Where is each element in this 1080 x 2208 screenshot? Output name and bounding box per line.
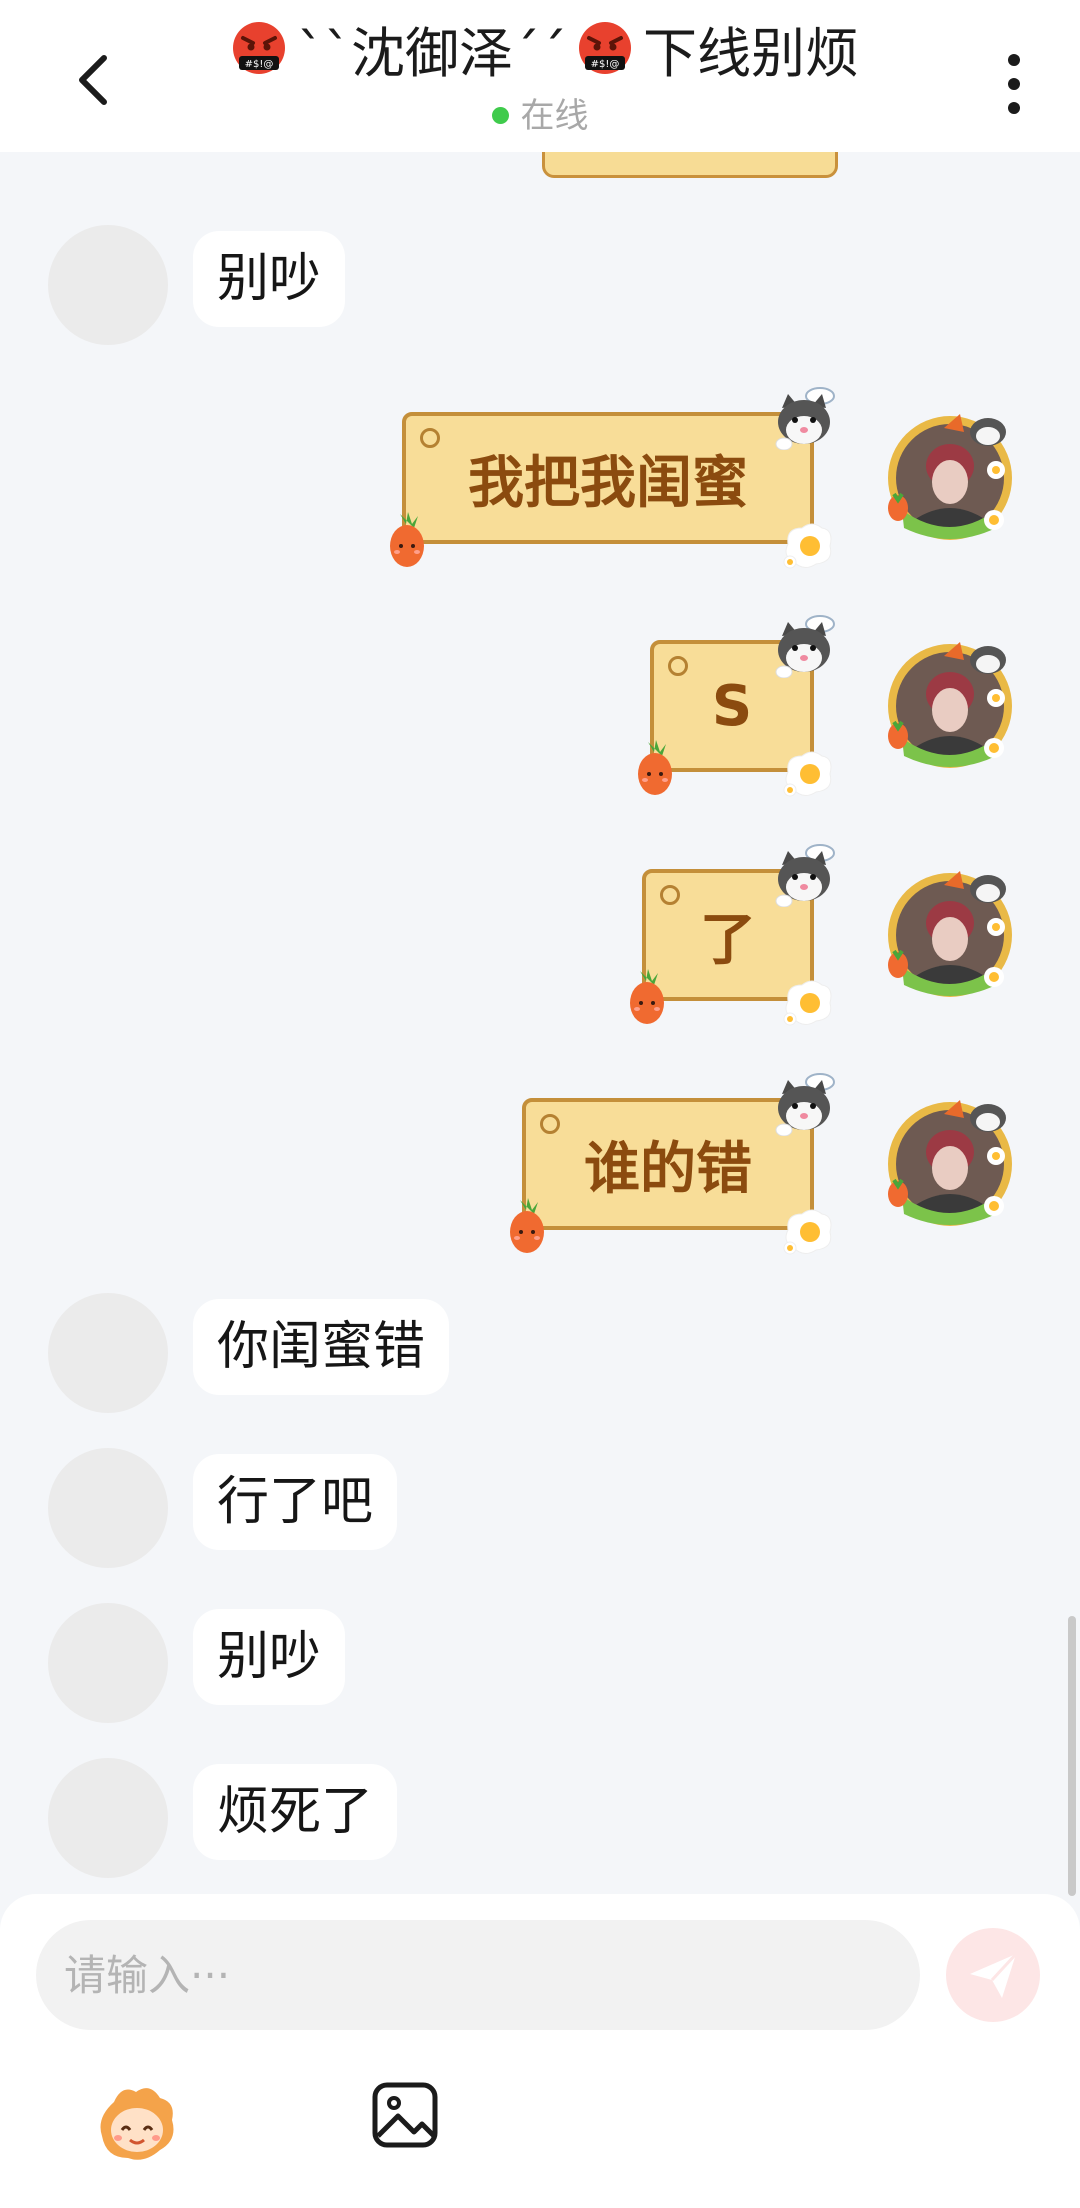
sticker-bubble[interactable]: 我把我闺蜜 [402,412,814,544]
message-text: S [711,673,753,739]
more-options-button[interactable] [992,52,1036,114]
my-avatar[interactable] [884,638,1020,774]
cat-icon [768,843,840,907]
message-bubble[interactable]: 别吵 [193,1609,346,1705]
scrollbar[interactable] [1068,1616,1076,1896]
fried-egg-icon [782,1206,836,1258]
send-button[interactable] [946,1928,1040,2022]
cat-icon [768,386,840,450]
message-row-incoming: 你闺蜜错 [0,1293,1080,1413]
angry-emoji-icon [575,20,635,80]
pin-icon [420,428,440,448]
emoji-mascot-icon[interactable] [92,2078,182,2168]
message-bubble[interactable]: 别吵 [193,231,346,327]
cat-icon [768,614,840,678]
angry-emoji-icon [229,20,289,80]
my-avatar[interactable] [884,410,1020,546]
sticker-bubble[interactable]: 谁的错 [522,1098,814,1230]
message-row-incoming: 别吵 [0,1603,1080,1723]
title-suffix: 下线别烦 [643,22,859,85]
online-status: 在线 [0,94,1080,138]
contact-avatar[interactable] [48,1603,168,1723]
message-input[interactable] [36,1920,920,2030]
my-avatar[interactable] [884,867,1020,1003]
partial-sticker-bubble [542,152,838,178]
contact-avatar[interactable] [48,225,168,345]
message-row-incoming: 别吵 [0,225,1080,345]
fried-egg-icon [782,748,836,800]
sticker-bubble[interactable]: S [650,640,814,772]
contact-avatar[interactable] [48,1293,168,1413]
message-row-outgoing: S [0,638,1080,798]
more-vertical-icon [992,52,1036,114]
message-bubble[interactable]: 你闺蜜错 [193,1299,450,1395]
message-row-incoming: 行了吧 [0,1448,1080,1568]
carrot-icon [504,1194,550,1254]
carrot-icon [384,508,430,568]
carrot-icon [624,965,670,1025]
chat-title: ``沈御泽´´ 下线别烦 [0,18,1080,90]
my-avatar[interactable] [884,1096,1020,1232]
fried-egg-icon [782,520,836,572]
message-row-outgoing: 我把我闺蜜 [0,410,1080,570]
message-bubble[interactable]: 烦死了 [193,1764,398,1860]
pin-icon [540,1114,560,1134]
contact-avatar[interactable] [48,1448,168,1568]
sticker-bubble[interactable]: 了 [642,869,814,1001]
message-row-outgoing: 了 [0,867,1080,1027]
message-list[interactable]: 别吵 我把我闺蜜 S 了 谁的错 你闺蜜错 行了吧 别吵 烦死了 [0,152,1080,1892]
online-dot-icon [491,107,509,124]
status-text: 在线 [520,96,589,136]
fried-egg-icon [782,977,836,1029]
image-icon[interactable] [370,2080,440,2150]
contact-avatar[interactable] [48,1758,168,1878]
title-name: ``沈御泽´´ [297,22,567,85]
message-row-outgoing: 谁的错 [0,1096,1080,1256]
chat-header: ``沈御泽´´ 下线别烦 在线 [0,0,1080,152]
message-row-incoming: 烦死了 [0,1758,1080,1878]
send-icon [970,1952,1018,1998]
message-text: 了 [700,907,756,973]
message-text: 我把我闺蜜 [468,450,748,516]
cat-icon [768,1072,840,1136]
pin-icon [668,656,688,676]
pin-icon [660,885,680,905]
composer-panel [0,1894,1080,2208]
message-text: 谁的错 [584,1136,752,1202]
carrot-icon [632,736,678,796]
message-bubble[interactable]: 行了吧 [193,1454,398,1550]
